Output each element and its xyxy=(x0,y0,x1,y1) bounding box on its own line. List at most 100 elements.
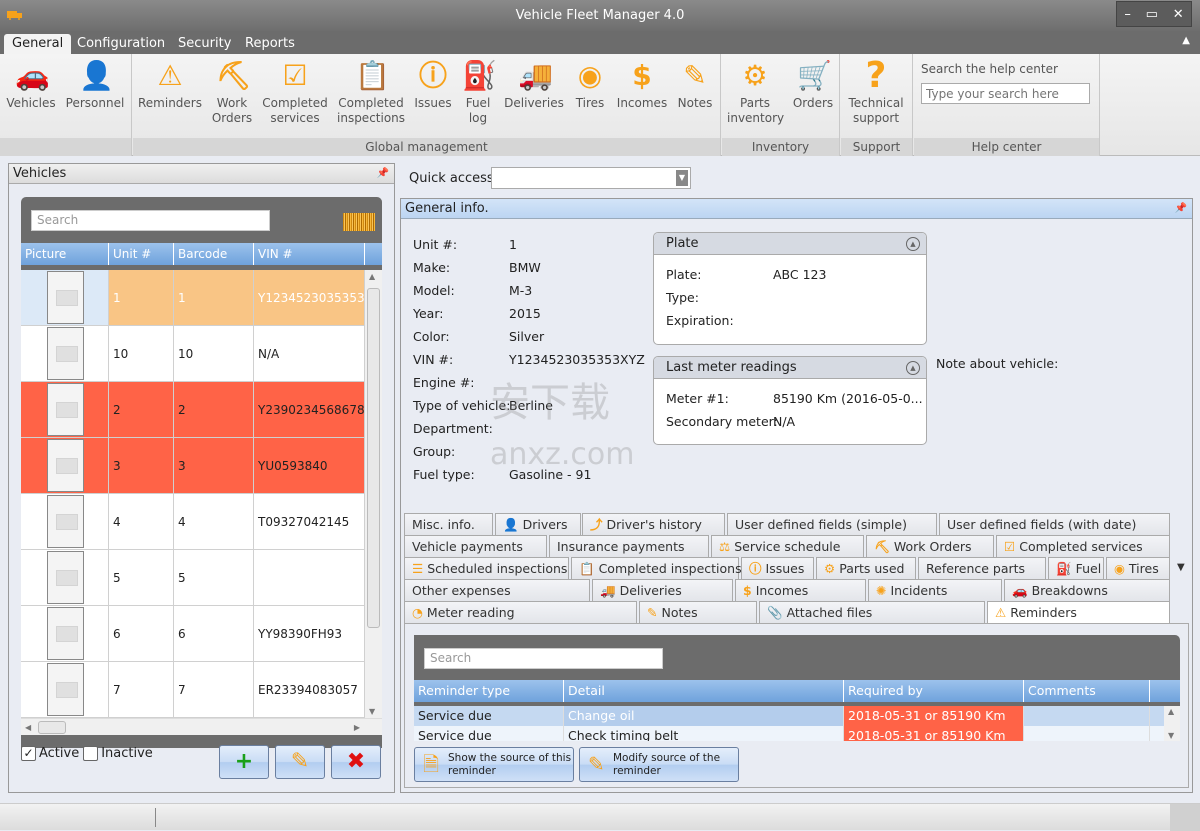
tab-reminders[interactable]: ⚠ Reminders xyxy=(987,601,1170,625)
tab-reference-parts[interactable]: Reference parts xyxy=(918,557,1046,579)
vehicle-row[interactable]: 7 7 ER23394083057 xyxy=(21,662,365,718)
active-checkbox[interactable]: ✓ xyxy=(21,746,36,761)
fuel-log-button[interactable]: ⛽ Fuel log xyxy=(462,60,497,126)
col-detail[interactable]: Detail xyxy=(564,680,844,702)
tab-misc-info[interactable]: Misc. info. xyxy=(404,513,493,535)
vehicle-row[interactable]: 4 4 T09327042145 xyxy=(21,494,365,550)
tab-reports[interactable]: Reports xyxy=(237,34,303,54)
delete-vehicle-button[interactable]: ✖ xyxy=(331,745,381,779)
tires-button[interactable]: ◉ Tires xyxy=(573,60,607,111)
parts-inventory-button[interactable]: ⚙ Parts inventory xyxy=(727,60,784,126)
collapse-icon[interactable]: ▲ xyxy=(906,361,920,375)
reminder-search-input[interactable]: Search xyxy=(424,648,663,669)
completed-inspections-button[interactable]: 📋 Completed inspections xyxy=(337,60,405,126)
collapse-ribbon-icon[interactable]: ▲ xyxy=(1182,35,1190,46)
scroll-up-icon[interactable]: ▲ xyxy=(1168,707,1174,716)
notes-button[interactable]: ✎ Notes xyxy=(676,60,714,111)
scroll-thumb[interactable] xyxy=(367,288,380,628)
reminder-row[interactable]: Service due Check timing belt 2018-05-31 o… xyxy=(414,726,1164,741)
scroll-down-icon[interactable]: ▼ xyxy=(369,707,375,716)
reminder-row[interactable]: Service due Change oil 2018-05-31 or 85190… xyxy=(414,706,1164,726)
tab-work-orders[interactable]: ⛏ Work Orders xyxy=(866,535,994,557)
cell-comments xyxy=(1024,726,1150,741)
modify-source-button[interactable]: ✎ Modify source of the reminder xyxy=(579,747,739,782)
vehicle-search-input[interactable]: Search xyxy=(31,210,270,231)
tab-parts-used[interactable]: ⚙ Parts used xyxy=(816,557,916,579)
vehicle-row[interactable]: 55 xyxy=(21,550,365,606)
reminders-button[interactable]: ⚠ Reminders xyxy=(138,60,202,111)
tab-other-expenses[interactable]: Other expenses xyxy=(404,579,590,601)
edit-vehicle-button[interactable]: ✎ xyxy=(275,745,325,779)
tab-user-defined-fields-simple[interactable]: User defined fields (simple) xyxy=(727,513,937,535)
help-search-input[interactable] xyxy=(921,83,1090,104)
tab-general[interactable]: General xyxy=(4,34,72,54)
pin-icon[interactable]: 📌 xyxy=(377,164,389,184)
tab-scheduled-inspections[interactable]: ☰ Scheduled inspections xyxy=(404,557,569,579)
vertical-scrollbar[interactable]: ▲ ▼ xyxy=(1164,706,1180,741)
vehicle-row[interactable]: 3 3 YU0593840 xyxy=(21,438,365,494)
scroll-thumb[interactable] xyxy=(38,721,66,734)
inactive-checkbox[interactable] xyxy=(83,746,99,761)
col-picture[interactable]: Picture xyxy=(21,243,109,265)
close-button[interactable]: ✕ xyxy=(1173,0,1184,30)
tab-drivers[interactable]: 👤 Drivers xyxy=(495,513,581,535)
completed-services-button[interactable]: ☑ Completed services xyxy=(262,60,328,126)
maximize-button[interactable]: ▭ xyxy=(1146,0,1158,30)
tab-deliveries[interactable]: 🚚 Deliveries xyxy=(592,579,733,601)
vehicle-row[interactable]: 2 2 Y2390234568678 xyxy=(21,382,365,438)
pin-icon[interactable]: 📌 xyxy=(1175,199,1187,219)
tab-completed-inspections[interactable]: 📋 Completed inspections xyxy=(571,557,742,579)
add-vehicle-button[interactable]: + xyxy=(219,745,269,779)
scroll-right-icon[interactable]: ▶ xyxy=(354,723,360,732)
tab-security[interactable]: Security xyxy=(170,34,239,54)
scroll-down-icon[interactable]: ▼ xyxy=(1168,731,1174,740)
col-required-by[interactable]: Required by xyxy=(844,680,1024,702)
horizontal-scrollbar[interactable]: ◀ ▶ xyxy=(21,718,382,735)
tab-attached-files[interactable]: 📎 Attached files xyxy=(759,601,985,623)
tab-icon: ⓘ xyxy=(749,561,762,576)
work-orders-button[interactable]: ⛏ Work Orders xyxy=(210,60,254,126)
personnel-button[interactable]: 👤 Personnel xyxy=(64,60,126,111)
tab-meter-reading[interactable]: ◔ Meter reading xyxy=(404,601,637,623)
tab-incidents[interactable]: ✺ Incidents xyxy=(868,579,1002,601)
quick-access-select[interactable]: ▼ xyxy=(491,167,691,189)
minimize-button[interactable]: – xyxy=(1124,0,1131,30)
col-unit[interactable]: Unit # xyxy=(109,243,174,265)
tab-vehicle-payments[interactable]: Vehicle payments xyxy=(404,535,547,557)
vehicles-button[interactable]: 🚗 Vehicles xyxy=(6,60,56,111)
field-label: Color: xyxy=(413,329,450,344)
barcode-icon[interactable] xyxy=(343,213,375,231)
tab-user-defined-fields-with-date[interactable]: User defined fields (with date) xyxy=(939,513,1170,535)
col-barcode[interactable]: Barcode xyxy=(174,243,254,265)
tab-tires[interactable]: ◉ Tires xyxy=(1106,557,1170,579)
vehicle-row[interactable]: 6 6 YY98390FH93 xyxy=(21,606,365,662)
vehicle-row[interactable]: 10 10 N/A xyxy=(21,326,365,382)
tab-breakdowns[interactable]: 🚗 Breakdowns xyxy=(1004,579,1170,601)
tab-insurance-payments[interactable]: Insurance payments xyxy=(549,535,709,557)
tab-issues[interactable]: ⓘ Issues xyxy=(741,557,814,579)
issues-button[interactable]: ⓘ Issues xyxy=(413,60,453,111)
resize-grip[interactable] xyxy=(1170,804,1200,831)
tab-completed-services[interactable]: ☑ Completed services xyxy=(996,535,1170,557)
col-reminder-type[interactable]: Reminder type xyxy=(414,680,564,702)
show-source-button[interactable]: 🗎 Show the source of this reminder xyxy=(414,747,574,782)
more-tabs-icon[interactable]: ▼ xyxy=(1177,562,1185,573)
tab-notes[interactable]: ✎ Notes xyxy=(639,601,757,623)
tab-service-schedule[interactable]: ⚖ Service schedule xyxy=(711,535,864,557)
chevron-down-icon[interactable]: ▼ xyxy=(676,170,688,186)
collapse-icon[interactable]: ▲ xyxy=(906,237,920,251)
orders-button[interactable]: 🛒 Orders xyxy=(792,60,834,111)
deliveries-button[interactable]: 🚚 Deliveries xyxy=(504,60,564,111)
tab-incomes[interactable]: $ Incomes xyxy=(735,579,866,601)
scroll-left-icon[interactable]: ◀ xyxy=(25,723,31,732)
scroll-up-icon[interactable]: ▲ xyxy=(369,272,375,281)
vehicle-row[interactable]: 1 1 Y1234523035353... xyxy=(21,270,365,326)
col-vin[interactable]: VIN # xyxy=(254,243,365,265)
tab-driver-s-history[interactable]: ⤴ Driver's history xyxy=(582,513,725,535)
tab-fuel-log[interactable]: ⛽ Fuel log xyxy=(1048,557,1124,579)
col-comments[interactable]: Comments xyxy=(1024,680,1150,702)
vertical-scrollbar[interactable]: ▲ ▼ xyxy=(365,270,382,718)
tab-configuration[interactable]: Configuration xyxy=(69,34,173,54)
incomes-button[interactable]: $ Incomes xyxy=(616,60,668,111)
technical-support-button[interactable]: ? Technical support xyxy=(846,58,906,126)
